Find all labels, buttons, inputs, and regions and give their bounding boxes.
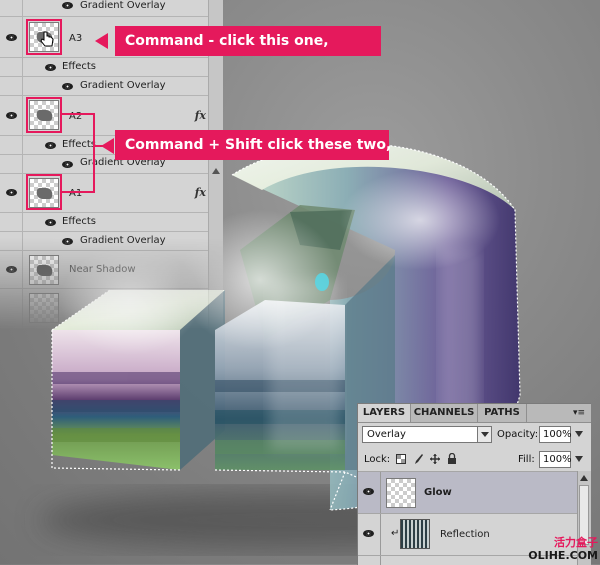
layer-thumbnail[interactable]: [29, 293, 59, 323]
effects-row-a1[interactable]: Effects: [0, 213, 222, 232]
panel-menu-icon[interactable]: ▾≡: [573, 408, 585, 418]
eye-icon[interactable]: [45, 64, 56, 71]
highlight-box-a1: [26, 174, 62, 210]
layer-row-glow[interactable]: Glow: [358, 471, 578, 513]
layer-name-glow[interactable]: Glow: [424, 487, 452, 498]
fill-dropdown-icon[interactable]: [574, 452, 584, 467]
effect-row-gradient-overlay-top[interactable]: Gradient Overlay: [0, 0, 222, 17]
clipping-mask-icon: ↵: [391, 528, 400, 539]
highlight-box-a3: [26, 19, 62, 55]
eye-column: [0, 0, 23, 16]
highlight-box-a2: [26, 97, 62, 133]
effects-label: Effects: [62, 61, 96, 72]
effect-label: Gradient Overlay: [80, 80, 166, 91]
opacity-input[interactable]: 100%: [539, 426, 572, 443]
opacity-label: Opacity:: [497, 429, 539, 440]
eye-column: [0, 96, 23, 135]
eye-icon[interactable]: [45, 142, 56, 149]
eye-column: [0, 58, 23, 76]
eye-column: [0, 213, 23, 231]
callout-arrow-icon: [101, 138, 114, 154]
effects-row-a3[interactable]: Effects: [0, 58, 222, 77]
eye-icon[interactable]: [6, 266, 17, 273]
layer-thumbnail-reflection[interactable]: [400, 519, 430, 549]
eye-icon[interactable]: [45, 219, 56, 226]
layer-thumbnail-glow[interactable]: [386, 478, 416, 508]
effects-label: Effects: [62, 216, 96, 227]
eye-column: [358, 472, 381, 513]
layer-name-reflection[interactable]: Reflection: [440, 529, 490, 540]
effect-row-gradient-overlay-a3[interactable]: Gradient Overlay: [0, 77, 222, 96]
effect-row-gradient-overlay-a1[interactable]: Gradient Overlay: [0, 232, 222, 251]
eye-column: [0, 174, 23, 212]
eye-column: [358, 514, 381, 555]
eye-column: [0, 77, 23, 95]
blend-mode-value: Overlay: [367, 429, 406, 440]
eye-icon[interactable]: [6, 112, 17, 119]
eye-column: [0, 289, 23, 329]
eye-icon[interactable]: [6, 189, 17, 196]
callout-command-shift-click: Command + Shift click these two,: [115, 130, 391, 160]
fill-label: Fill:: [518, 454, 535, 465]
eye-icon[interactable]: [62, 238, 73, 245]
lock-paint-brush-icon[interactable]: [413, 454, 423, 465]
lock-label: Lock:: [364, 454, 391, 465]
eye-icon[interactable]: [6, 34, 17, 41]
layer-row-partial[interactable]: [0, 289, 222, 330]
tab-layers[interactable]: LAYERS: [358, 404, 411, 422]
fx-icon[interactable]: fx: [195, 109, 206, 122]
eye-column: [0, 155, 23, 173]
opacity-dropdown-icon[interactable]: [574, 427, 584, 442]
eye-column: [0, 251, 23, 288]
chevron-down-icon[interactable]: [477, 427, 491, 442]
scroll-up-arrow-icon[interactable]: [212, 168, 220, 174]
watermark-en: OLIHE.COM: [528, 549, 598, 562]
lock-move-icon[interactable]: [430, 454, 440, 465]
eye-icon[interactable]: [363, 488, 374, 495]
callout-command-click: Command - click this one,: [115, 26, 381, 56]
eye-icon[interactable]: [62, 2, 73, 9]
layer-name-near-shadow[interactable]: Near Shadow: [69, 264, 136, 275]
layer-name-a3[interactable]: A3: [69, 33, 82, 44]
lock-transparent-icon[interactable]: [396, 454, 406, 465]
layer-thumbnail-near-shadow[interactable]: [29, 255, 59, 285]
panel-tabs: LAYERS CHANNELS PATHS ▾≡: [358, 404, 591, 423]
watermark-cn: 活力盒子: [554, 536, 598, 549]
effect-label: Gradient Overlay: [80, 0, 166, 11]
callout-arrow-icon: [95, 33, 108, 49]
eye-column: [0, 136, 23, 154]
letter-shape-icon: [34, 265, 55, 276]
eye-icon[interactable]: [62, 83, 73, 90]
layer-row-near-shadow[interactable]: Near Shadow: [0, 251, 222, 289]
eye-column: [0, 232, 23, 250]
blend-mode-select[interactable]: Overlay: [362, 426, 492, 443]
scroll-up-arrow-icon[interactable]: [580, 475, 588, 481]
eye-column: [0, 17, 23, 57]
effect-label: Gradient Overlay: [80, 235, 166, 246]
tab-paths[interactable]: PATHS: [478, 404, 527, 422]
fx-icon[interactable]: fx: [195, 186, 206, 199]
tab-channels[interactable]: CHANNELS: [411, 404, 478, 422]
watermark: 活力盒子 OLIHE.COM: [528, 536, 598, 562]
eye-icon[interactable]: [363, 530, 374, 537]
lock-all-icon[interactable]: [447, 453, 457, 464]
fill-input[interactable]: 100%: [539, 451, 572, 468]
